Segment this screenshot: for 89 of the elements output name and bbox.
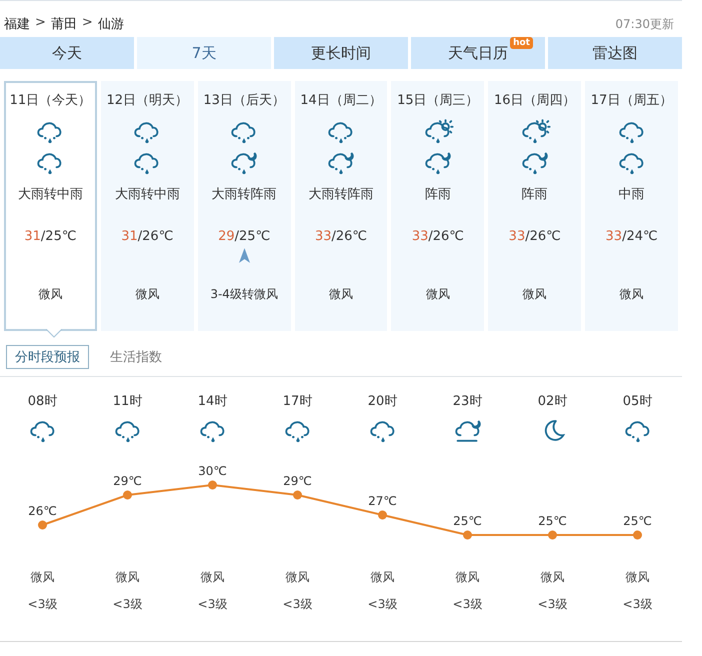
hour-label: 20时 bbox=[368, 393, 398, 410]
hour-label: 23时 bbox=[452, 393, 482, 410]
hour-label: 11时 bbox=[112, 393, 142, 410]
weather-text: 大雨转中雨 bbox=[114, 186, 180, 203]
temperature-point bbox=[293, 490, 302, 500]
pointer-icon bbox=[46, 329, 62, 338]
weather-text: 中雨 bbox=[618, 186, 645, 203]
wind-text: 微风 bbox=[328, 286, 353, 303]
wind-level: <3级 bbox=[452, 596, 482, 613]
temperature-range: 33/26℃ bbox=[412, 229, 464, 244]
hour-label: 14时 bbox=[198, 393, 228, 410]
wind-level: <3级 bbox=[112, 596, 142, 613]
subtab[interactable]: 生活指数 bbox=[101, 345, 171, 369]
hour-label: 08时 bbox=[28, 393, 58, 410]
breadcrumb-separator: > bbox=[35, 15, 46, 32]
temperature-point bbox=[633, 530, 642, 540]
temperature-label: 25℃ bbox=[623, 514, 652, 528]
temperature-point bbox=[38, 520, 47, 530]
wind-level: <3级 bbox=[198, 596, 228, 613]
tab[interactable]: 雷达图 bbox=[548, 37, 682, 69]
temperature-range: 29/25℃ bbox=[218, 229, 270, 244]
day-card[interactable]: 15日（周三） 阵雨 33/26℃ 微风 bbox=[391, 81, 484, 331]
day-card[interactable]: 14日（周二） 大雨转阵雨 33/26℃ 微风 bbox=[294, 81, 388, 331]
breadcrumb-link[interactable]: 莆田 bbox=[50, 15, 77, 33]
day-date: 16日（周四） bbox=[494, 92, 576, 109]
tab[interactable]: 今天 bbox=[0, 37, 134, 69]
wind-text: 微风 bbox=[456, 569, 480, 586]
weather-text: 阵雨 bbox=[424, 186, 451, 203]
wind-text: 微风 bbox=[38, 286, 62, 303]
temperature-label: 29℃ bbox=[283, 474, 312, 488]
wind-level: <3级 bbox=[368, 596, 398, 613]
day-date: 12日（明天） bbox=[106, 92, 188, 109]
wind-text: 微风 bbox=[200, 569, 224, 586]
breadcrumb-link[interactable]: 福建 bbox=[4, 15, 30, 33]
tab[interactable]: 更长时间 bbox=[274, 37, 408, 69]
temperature-label: 25℃ bbox=[453, 514, 482, 528]
day-card[interactable]: 17日（周五） 中雨 33/24℃ 微风 bbox=[585, 81, 678, 331]
day-card[interactable]: 16日（周四） 阵雨 33/26℃ 微风 bbox=[488, 81, 582, 331]
wind-level: <3级 bbox=[28, 596, 58, 613]
day-date: 15日（周三） bbox=[397, 92, 479, 109]
temperature-point bbox=[463, 530, 472, 540]
temperature-range: 31/26℃ bbox=[121, 229, 174, 244]
day-card[interactable]: 12日（明天） 大雨转中雨 31/26℃ 微风 bbox=[100, 81, 194, 331]
day-date: 14日（周二） bbox=[300, 92, 382, 109]
wind-text: 微风 bbox=[426, 286, 450, 303]
tab[interactable]: 天气日历 hot bbox=[411, 37, 545, 69]
temperature-point bbox=[208, 480, 217, 490]
wind-level: <3级 bbox=[622, 596, 652, 613]
wind-text: 3-4级转微风 bbox=[210, 286, 278, 303]
wind-text: 微风 bbox=[620, 286, 644, 303]
breadcrumb-separator: > bbox=[82, 15, 93, 32]
temperature-label: 30℃ bbox=[198, 464, 227, 478]
day-date: 11日（今天） bbox=[10, 92, 92, 109]
wind-text: 微风 bbox=[522, 286, 547, 303]
update-time: 07:30更新 bbox=[615, 16, 674, 32]
wind-level: <3级 bbox=[538, 596, 568, 613]
wind-text: 微风 bbox=[30, 569, 54, 586]
weather-text: 大雨转中雨 bbox=[18, 186, 83, 203]
temperature-label: 26℃ bbox=[28, 504, 57, 518]
day-date: 17日（周五） bbox=[590, 92, 672, 109]
temperature-range: 31/25℃ bbox=[24, 229, 76, 244]
hour-label: 17时 bbox=[282, 393, 312, 410]
tab[interactable]: 7天 bbox=[137, 37, 271, 69]
temperature-label: 25℃ bbox=[538, 514, 567, 528]
hour-label: 02时 bbox=[538, 393, 568, 410]
hour-label: 05时 bbox=[622, 393, 652, 410]
temperature-label: 29℃ bbox=[113, 474, 142, 488]
wind-text: 微风 bbox=[286, 569, 310, 586]
wind-text: 微风 bbox=[626, 569, 650, 586]
temperature-range: 33/26℃ bbox=[314, 229, 368, 244]
wind-text: 微风 bbox=[135, 286, 160, 303]
wind-level: <3级 bbox=[282, 596, 312, 613]
day-card[interactable]: 13日（后天） 大雨转阵雨 29/25℃ 3-4级转微风 bbox=[198, 81, 291, 331]
weather-text: 大雨转阵雨 bbox=[212, 186, 277, 203]
temperature-point bbox=[548, 530, 557, 540]
weather-text: 阵雨 bbox=[522, 186, 548, 203]
hot-badge: hot bbox=[510, 37, 533, 49]
weather-text: 大雨转阵雨 bbox=[308, 186, 374, 203]
wind-text: 微风 bbox=[116, 569, 140, 586]
temperature-label: 27℃ bbox=[368, 494, 397, 508]
subtab[interactable]: 分时段预报 bbox=[6, 345, 89, 369]
wind-text: 微风 bbox=[370, 569, 394, 586]
temperature-range: 33/26℃ bbox=[508, 229, 561, 244]
temperature-point bbox=[123, 490, 132, 500]
wind-text: 微风 bbox=[540, 569, 564, 586]
day-date: 13日（后天） bbox=[203, 92, 285, 109]
temperature-point bbox=[378, 510, 387, 520]
temperature-range: 33/24℃ bbox=[606, 229, 658, 244]
breadcrumb-link[interactable]: 仙游 bbox=[98, 15, 124, 33]
